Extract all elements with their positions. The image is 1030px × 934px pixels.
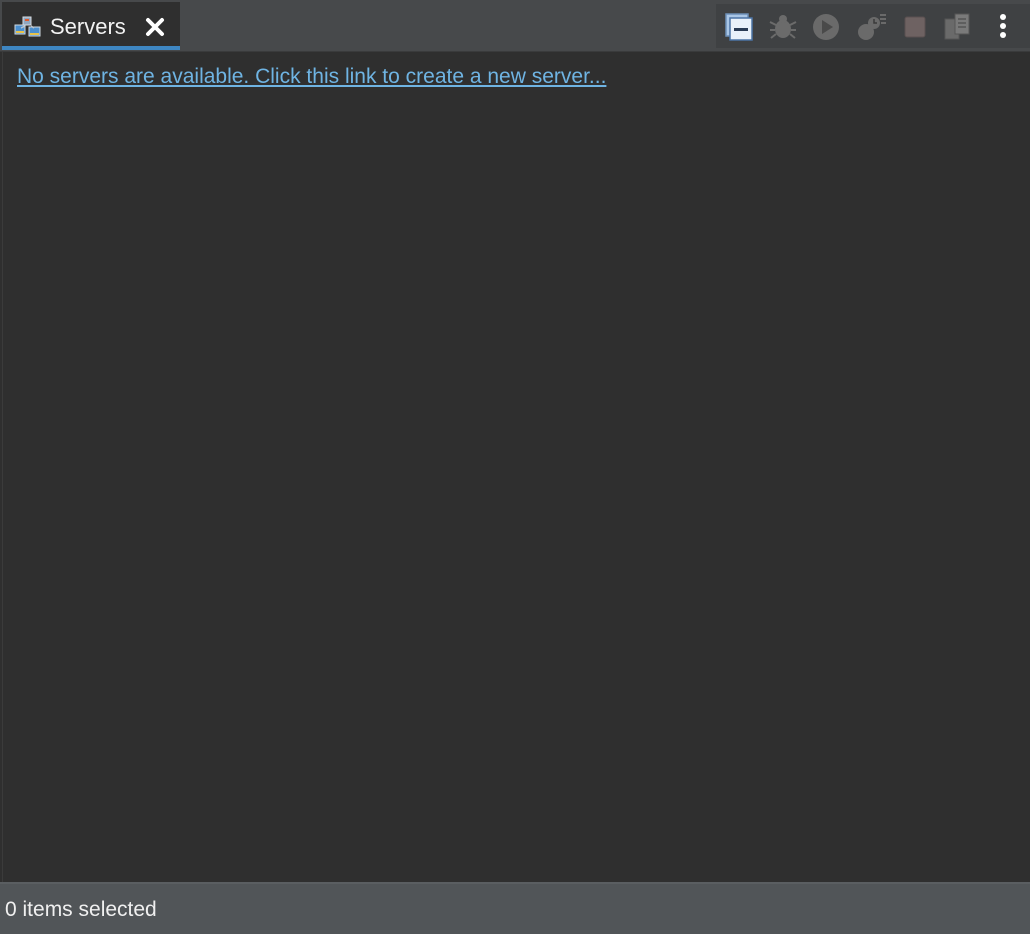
debug-server-icon[interactable] bbox=[766, 10, 800, 44]
servers-content-area: No servers are available. Click this lin… bbox=[2, 52, 1030, 882]
view-menu-icon[interactable] bbox=[986, 10, 1020, 44]
servers-view-icon bbox=[14, 16, 42, 38]
tab-servers[interactable]: Servers bbox=[2, 2, 180, 50]
profile-server-icon[interactable] bbox=[854, 10, 888, 44]
status-bar: 0 items selected bbox=[0, 882, 1030, 934]
create-new-server-link[interactable]: No servers are available. Click this lin… bbox=[17, 64, 606, 90]
servers-view: Servers No servers are available. Click … bbox=[0, 0, 1030, 934]
close-icon[interactable] bbox=[144, 16, 166, 38]
selection-status: 0 items selected bbox=[5, 898, 157, 921]
view-tab-bar: Servers bbox=[0, 0, 1030, 52]
stop-server-icon[interactable] bbox=[898, 10, 932, 44]
publish-server-icon[interactable] bbox=[941, 10, 975, 44]
start-server-icon[interactable] bbox=[809, 10, 843, 44]
collapse-all-icon[interactable] bbox=[722, 10, 756, 44]
tab-label: Servers bbox=[50, 14, 126, 39]
view-toolbar bbox=[716, 4, 1030, 48]
